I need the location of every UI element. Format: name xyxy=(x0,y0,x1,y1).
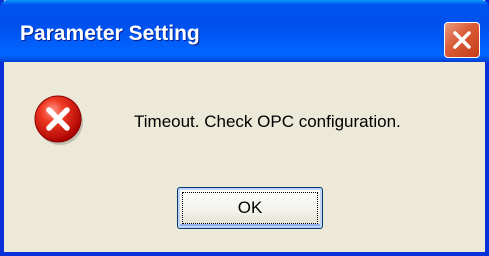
error-icon xyxy=(34,95,83,145)
ok-button-label: OK xyxy=(182,192,318,224)
dialog-content: Timeout. Check OPC configuration. OK xyxy=(4,62,485,252)
close-button[interactable] xyxy=(444,22,480,58)
ok-button[interactable]: OK xyxy=(177,187,323,229)
window-title: Parameter Setting xyxy=(20,22,200,45)
close-icon xyxy=(453,31,471,49)
error-message: Timeout. Check OPC configuration. xyxy=(134,112,401,131)
title-bar[interactable]: Parameter Setting xyxy=(0,0,489,62)
dialog-window: Parameter Setting Timeout. Check OPC con… xyxy=(0,0,489,256)
